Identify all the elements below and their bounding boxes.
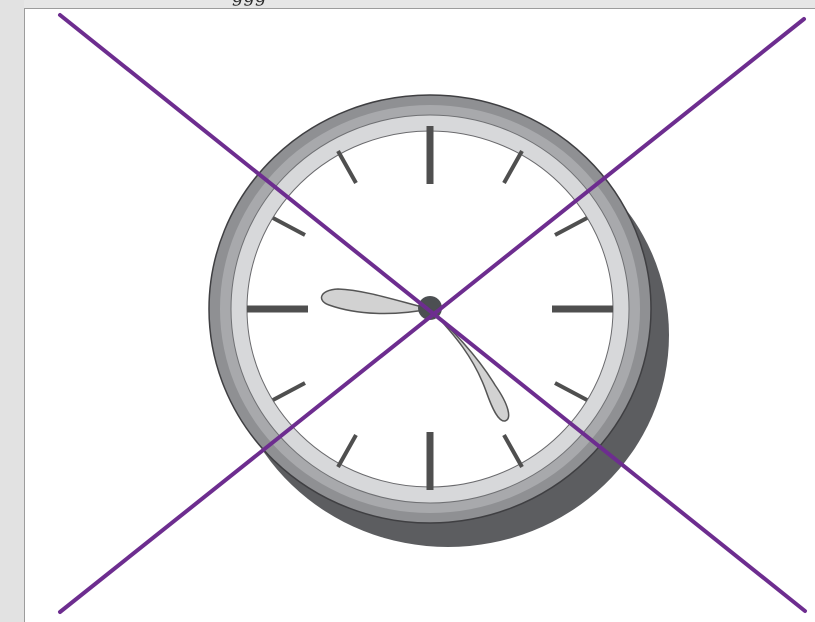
screen: ggg [0, 0, 815, 622]
top-text-fragment: ggg [232, 0, 302, 6]
illustration-panel [24, 8, 815, 622]
clock-icon [208, 94, 669, 547]
top-bar [0, 0, 815, 8]
crossed-out-clock-illustration [58, 13, 807, 614]
left-gutter [0, 0, 24, 622]
